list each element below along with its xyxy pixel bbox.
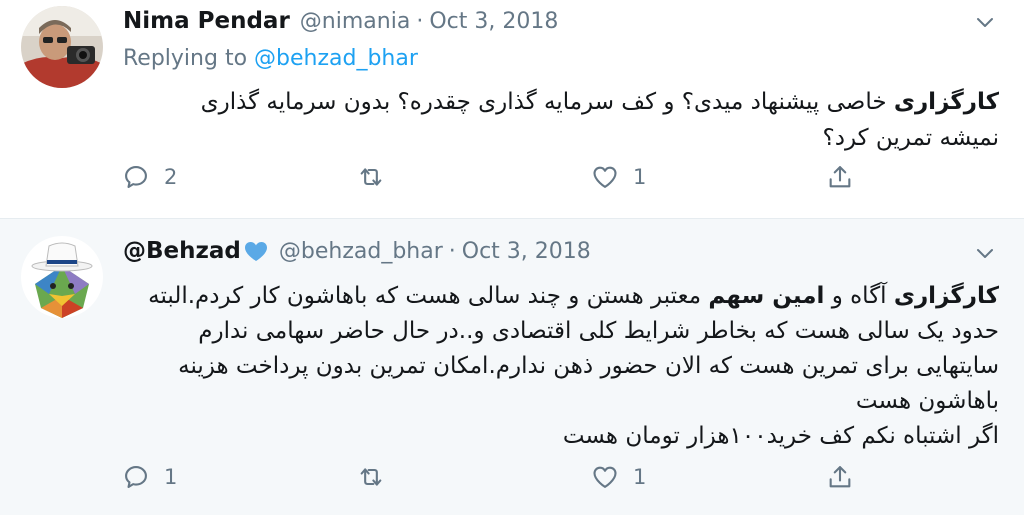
tweet-text-rest: خاصی پیشنهاد میدی؟ و کف سرمایه گذاری چقد… xyxy=(200,89,999,151)
display-name[interactable]: @Behzad xyxy=(123,238,241,264)
like-count: 1 xyxy=(633,165,647,189)
tweet-text-bold: کارگزاری xyxy=(893,283,999,309)
share-icon xyxy=(829,166,851,188)
tweet-paragraph: اگر اشتباه نکم کف خرید۱۰۰هزار تومان هست xyxy=(562,423,999,449)
tweet-header: Nima Pendar @nimania · Oct 3, 2018 xyxy=(123,8,558,34)
replying-to-link[interactable]: @behzad_bhar xyxy=(254,46,418,71)
user-handle[interactable]: @nimania xyxy=(300,9,411,34)
retweet-icon xyxy=(360,468,382,486)
tweet-nima-pendar[interactable]: Nima Pendar @nimania · Oct 3, 2018 Reply… xyxy=(0,0,1024,218)
like-button[interactable]: 1 xyxy=(591,463,646,491)
separator-dot: · xyxy=(416,9,424,34)
like-count: 1 xyxy=(633,465,647,489)
tweet-paragraph: کارگزاری آگاه و امین سهم معتبر هستن و چن… xyxy=(139,279,999,419)
like-button[interactable]: 1 xyxy=(591,163,646,191)
user-handle[interactable]: @behzad_bhar xyxy=(279,239,443,264)
share-icon xyxy=(829,466,851,488)
avatar[interactable] xyxy=(21,6,103,88)
reply-button[interactable]: 1 xyxy=(122,463,177,491)
tweet-behzad[interactable]: @Behzad @behzad_bhar · Oct 3, 2018 کارگز… xyxy=(0,218,1024,515)
tweet-header: @Behzad @behzad_bhar · Oct 3, 2018 xyxy=(123,238,591,264)
reply-icon xyxy=(125,166,147,188)
tweet-date[interactable]: Oct 3, 2018 xyxy=(462,239,591,264)
tweet-text-rest: آگاه و xyxy=(824,283,894,309)
reply-count: 1 xyxy=(164,465,178,489)
chevron-down-icon[interactable] xyxy=(973,10,997,34)
tweet-text: کارگزاری خاصی پیشنهاد میدی؟ و کف سرمایه … xyxy=(139,84,999,156)
reply-count: 2 xyxy=(164,165,178,189)
reply-icon xyxy=(125,466,147,488)
heart-badge-icon xyxy=(244,242,267,261)
retweet-icon xyxy=(360,168,382,186)
tweet-date[interactable]: Oct 3, 2018 xyxy=(429,9,558,34)
chevron-down-icon[interactable] xyxy=(973,241,997,265)
share-button[interactable] xyxy=(826,163,854,191)
display-name[interactable]: Nima Pendar xyxy=(123,8,290,34)
tweet-text-bold: امین سهم xyxy=(708,283,825,309)
separator-dot: · xyxy=(448,239,456,264)
heart-icon xyxy=(593,166,617,188)
avatar-lion-illustration xyxy=(21,236,103,318)
tweet-text-bold: کارگزاری xyxy=(893,89,999,115)
replying-to: Replying to @behzad_bhar xyxy=(123,46,418,71)
heart-icon xyxy=(593,466,617,488)
tweet-text: کارگزاری آگاه و امین سهم معتبر هستن و چن… xyxy=(139,279,999,454)
share-button[interactable] xyxy=(826,463,854,491)
avatar-photo xyxy=(21,6,103,88)
retweet-button[interactable] xyxy=(357,463,399,491)
tweet-actions: 2 1 xyxy=(0,163,1024,203)
replying-prefix: Replying to xyxy=(123,46,248,71)
avatar[interactable] xyxy=(21,236,103,318)
reply-button[interactable]: 2 xyxy=(122,163,177,191)
tweet-actions: 1 1 xyxy=(0,463,1024,503)
retweet-button[interactable] xyxy=(357,163,399,191)
